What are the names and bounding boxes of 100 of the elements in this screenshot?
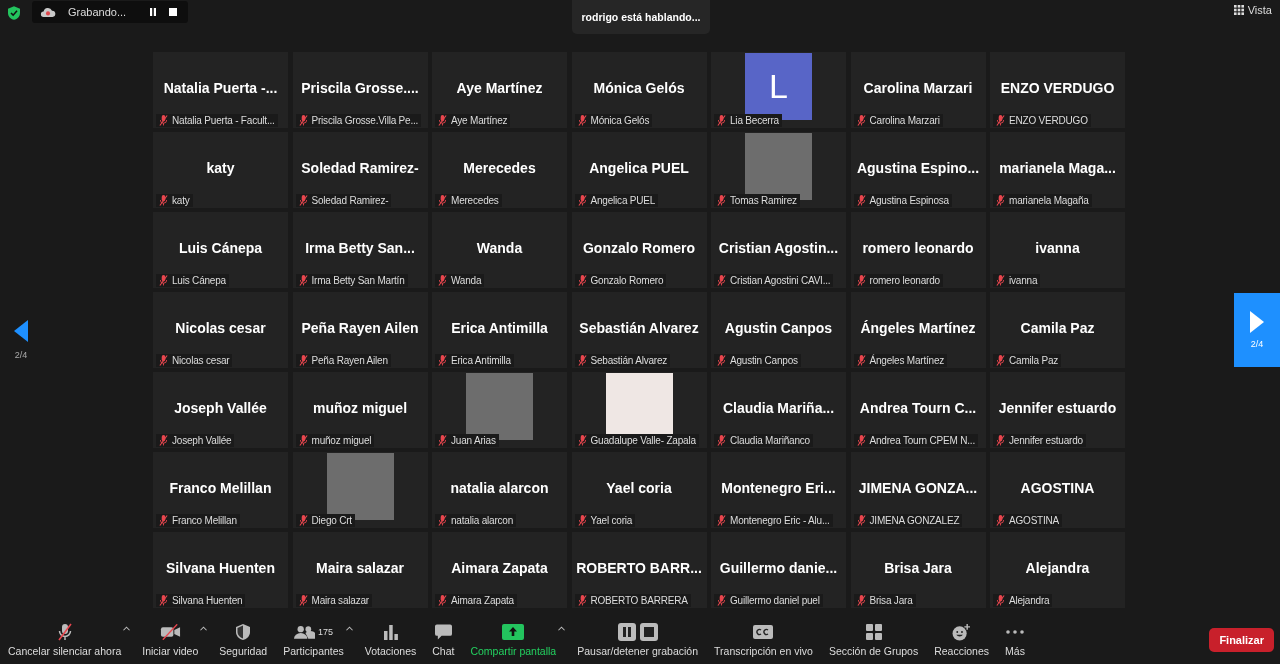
participant-name: Angelica PUEL bbox=[589, 160, 689, 176]
participant-name: Gonzalo Romero bbox=[583, 240, 695, 256]
participant-name: marianela Maga... bbox=[999, 160, 1116, 176]
participant-name: Merecedes bbox=[463, 160, 536, 176]
participant-label: Claudia Mariñanco bbox=[730, 435, 810, 446]
participant-name: Agustina Espino... bbox=[856, 160, 980, 176]
participant-name: Erica Antimilla bbox=[451, 320, 548, 336]
participant-label: Cristian Agostini CAVI... bbox=[730, 275, 831, 286]
participant-name: ROBERTO BARR... bbox=[576, 560, 702, 576]
participant-name: katy bbox=[206, 160, 235, 176]
participant-label: Guillermo daniel puel bbox=[730, 595, 820, 606]
stop-icon[interactable] bbox=[166, 8, 180, 16]
participant-label: ENZO VERDUGO bbox=[1009, 115, 1088, 126]
participant-label: Mónica Gelós bbox=[590, 115, 650, 126]
participant-name: Guillermo danie... bbox=[719, 560, 838, 576]
participant-label: ROBERTO BARRERA bbox=[590, 595, 688, 606]
participant-label: Ángeles Martínez bbox=[869, 355, 945, 366]
participant-label: Luis Cánepa bbox=[172, 275, 226, 286]
previous-page-arrow-icon[interactable] bbox=[14, 320, 28, 342]
participant-label: Camila Paz bbox=[1009, 355, 1059, 366]
end-meeting-button[interactable]: Finalizar bbox=[1209, 627, 1274, 652]
toolbar-button[interactable]: Chat bbox=[424, 622, 463, 657]
caret-icon[interactable] bbox=[558, 626, 566, 631]
participant-name: Maira salazar bbox=[316, 560, 404, 576]
participant-label: Aimara Zapata bbox=[451, 595, 514, 606]
participant-label: Priscila Grosse.Villa Pe... bbox=[311, 115, 419, 126]
participant-label: katy bbox=[172, 195, 190, 206]
participant-name: Irma Betty San... bbox=[305, 240, 415, 256]
participant-name: Mónica Gelós bbox=[593, 80, 685, 96]
pause-stop-icon bbox=[617, 623, 658, 641]
toolbar-button[interactable]: Compartir pantalla bbox=[462, 622, 565, 657]
participant-label: Jennifer estuardo bbox=[1009, 435, 1083, 446]
participant-name: Montenegro Eri... bbox=[721, 480, 836, 496]
participant-label: Alejandra bbox=[1009, 595, 1050, 606]
participant-label: Silvana Huenten bbox=[172, 595, 243, 606]
muted-mic-icon bbox=[56, 623, 73, 641]
participant-label: Guadalupe Valle- Zapala bbox=[590, 435, 696, 446]
participant-label: Agustina Espinosa bbox=[869, 195, 949, 206]
caret-icon[interactable] bbox=[123, 626, 131, 631]
participant-label: muñoz miguel bbox=[311, 435, 372, 446]
participant-label: Gonzalo Romero bbox=[590, 275, 664, 286]
toolbar-button[interactable]: Más bbox=[997, 622, 1033, 657]
participant-name: romero leonardo bbox=[862, 240, 974, 256]
toolbar-button[interactable]: Iniciar video bbox=[134, 622, 207, 657]
toolbar-button[interactable]: Pausar/detener grabación bbox=[569, 622, 707, 657]
participant-label: romero leonardo bbox=[869, 275, 940, 286]
participant-label: Montenegro Eric - Alu... bbox=[730, 515, 830, 526]
participant-label: ivanna bbox=[1009, 275, 1038, 286]
participant-name: natalia alarcon bbox=[450, 480, 549, 496]
participant-name: Peña Rayen Ailen bbox=[301, 320, 419, 336]
people-icon bbox=[293, 625, 315, 639]
participant-label: Brisa Jara bbox=[869, 595, 913, 606]
cloud-recording-icon bbox=[40, 6, 56, 18]
toolbar-button[interactable]: Seguridad bbox=[211, 622, 276, 657]
participant-label: Joseph Vallée bbox=[172, 435, 232, 446]
participant-label: marianela Magaña bbox=[1009, 195, 1089, 206]
closed-captions-icon bbox=[753, 625, 774, 639]
participant-name: ivanna bbox=[1035, 240, 1080, 256]
participant-label: Erica Antimilla bbox=[451, 355, 511, 366]
participant-label: Lia Becerra bbox=[730, 115, 779, 126]
toolbar-button[interactable]: Reacciones bbox=[926, 622, 998, 657]
participant-name: AGOSTINA bbox=[1020, 480, 1095, 496]
caret-icon[interactable] bbox=[345, 626, 353, 631]
shield-check-icon[interactable] bbox=[8, 6, 20, 20]
participant-label: AGOSTINA bbox=[1009, 515, 1060, 526]
page-indicator: 2/4 bbox=[14, 350, 28, 360]
participant-label: Wanda bbox=[451, 275, 482, 286]
participant-name: Luis Cánepa bbox=[178, 240, 263, 256]
participant-label: Tomas Ramirez bbox=[730, 195, 797, 206]
share-screen-icon bbox=[502, 624, 525, 640]
participant-name: Brisa Jara bbox=[884, 560, 952, 576]
participant-name: Franco Melillan bbox=[169, 480, 272, 496]
participant-label: Soledad Ramirez- bbox=[311, 195, 389, 206]
active-speaker-banner: rodrigo está hablando... bbox=[572, 0, 710, 34]
recording-status: Grabando... bbox=[68, 6, 128, 18]
toolbar-button[interactable]: Transcripción en vivo bbox=[706, 622, 821, 657]
participant-label: Maira salazar bbox=[311, 595, 369, 606]
participant-label: Yael coria bbox=[590, 515, 633, 526]
toolbar-button[interactable]: Votaciones bbox=[356, 622, 425, 657]
more-dots-icon bbox=[1006, 630, 1024, 634]
participant-name: Aye Martínez bbox=[456, 80, 543, 96]
next-page-arrow-icon[interactable] bbox=[1250, 311, 1264, 333]
participant-name: Agustin Canpos bbox=[724, 320, 833, 336]
participant-name: Joseph Vallée bbox=[174, 400, 267, 416]
video-off-icon bbox=[159, 624, 181, 640]
participant-label: Natalia Puerta - Facult... bbox=[172, 115, 275, 126]
bar-chart-icon bbox=[382, 624, 399, 640]
participant-label: Agustin Canpos bbox=[730, 355, 798, 366]
participant-name: Silvana Huenten bbox=[166, 560, 275, 576]
view-button[interactable]: Vista bbox=[1233, 4, 1272, 16]
shield-icon bbox=[236, 624, 251, 640]
toolbar-button[interactable]: Sección de Grupos bbox=[820, 622, 927, 657]
participant-name: Priscila Grosse.... bbox=[301, 80, 419, 96]
participant-name: Carolina Marzari bbox=[863, 80, 973, 96]
toolbar-button[interactable]: 175 Participantes bbox=[275, 622, 352, 657]
participant-name: Sebastián Alvarez bbox=[579, 320, 699, 336]
caret-icon[interactable] bbox=[200, 626, 208, 631]
toolbar-button[interactable]: Cancelar silenciar ahora bbox=[0, 622, 130, 657]
participant-name: Soledad Ramirez- bbox=[301, 160, 419, 176]
participant-name: Jennifer estuardo bbox=[998, 400, 1117, 416]
